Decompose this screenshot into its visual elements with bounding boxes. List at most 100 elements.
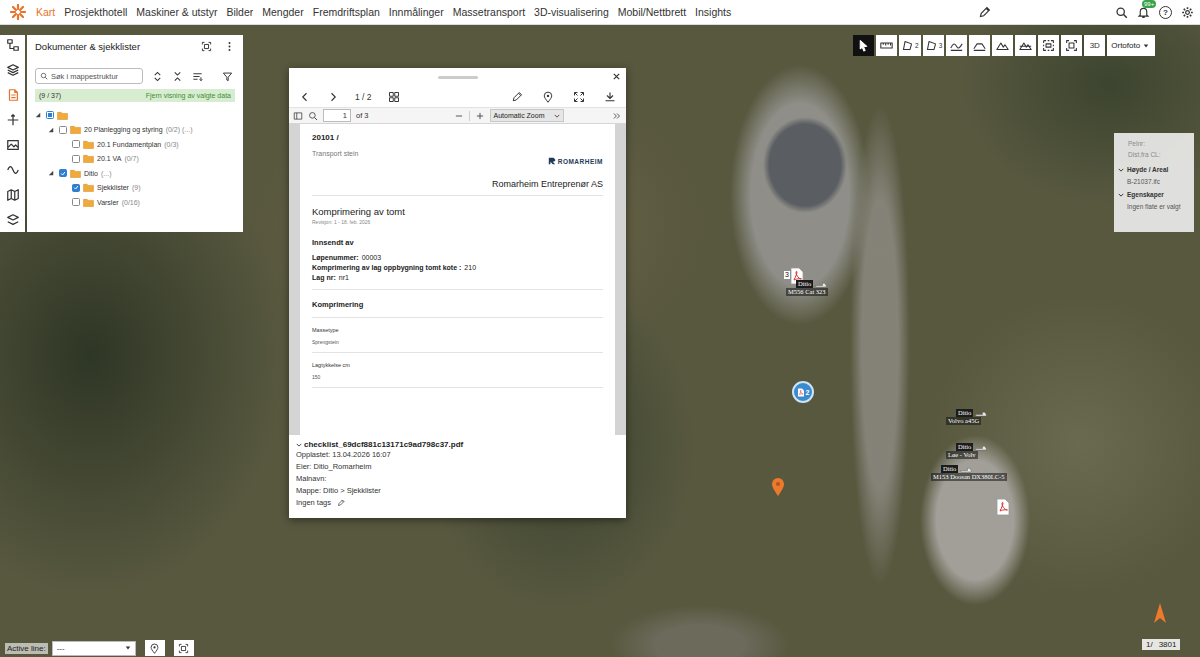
tree-checkbox[interactable]	[46, 111, 54, 119]
tree-row[interactable]: 20.1 VA(0/7)	[35, 152, 235, 167]
active-line-select[interactable]: ---	[52, 641, 136, 656]
tree-row[interactable]: Varsler(0/16)	[35, 195, 235, 210]
file-name-row[interactable]: checklist_69dcf881c13171c9ad798c37.pdf	[296, 440, 618, 449]
expand-arrow-icon[interactable]	[48, 127, 54, 133]
map-marker[interactable]	[771, 477, 785, 497]
previous-icon[interactable]	[299, 91, 311, 103]
more-tools-icon[interactable]	[612, 111, 622, 121]
tree-checkbox[interactable]	[72, 184, 80, 192]
sort-icon[interactable]	[192, 71, 203, 82]
map-tool-button[interactable]	[1061, 35, 1082, 56]
nav-item[interactable]: Prosjekthotell	[64, 6, 127, 18]
map-tool-button[interactable]: 2	[899, 35, 921, 56]
close-icon[interactable]	[612, 72, 621, 81]
stack-icon[interactable]	[6, 213, 20, 227]
zoom-out-icon[interactable]	[454, 111, 464, 121]
folder-search[interactable]: Søk i mappestruktur	[35, 68, 143, 84]
filter-icon[interactable]	[222, 71, 233, 82]
zoom-select[interactable]: Automatic Zoom	[490, 109, 564, 122]
map-tool-button[interactable]	[969, 35, 990, 56]
expand-arrow-icon[interactable]	[35, 112, 41, 118]
map-tool-button[interactable]	[1038, 35, 1059, 56]
tree-checkbox[interactable]	[72, 155, 80, 163]
grid-icon[interactable]	[388, 91, 400, 103]
search-icon[interactable]	[308, 111, 318, 121]
download-icon[interactable]	[604, 91, 616, 103]
nav-item[interactable]: Insights	[695, 6, 731, 18]
expand-all-icon[interactable]	[152, 71, 163, 82]
document-viewer[interactable]: 1 / 21of 3Automatic Zoom20101 /Transport…	[289, 68, 626, 518]
map-tool-button[interactable]	[853, 35, 874, 56]
tree-row[interactable]	[35, 108, 235, 123]
map-tool-button[interactable]	[992, 35, 1013, 56]
edit-tags-icon[interactable]	[337, 499, 345, 507]
nav-item[interactable]: Kart	[36, 6, 55, 18]
info-section-header[interactable]: Høyde / Areal	[1118, 166, 1190, 173]
pencil-icon[interactable]	[978, 6, 991, 19]
chevron-icon[interactable]	[1118, 167, 1124, 173]
nav-item[interactable]: Maskiner & utstyr	[136, 6, 217, 18]
pdf-icon[interactable]	[995, 498, 1011, 516]
machine-label[interactable]: DitioM153 Doosan DX380LC-5	[931, 465, 1007, 481]
more-icon[interactable]	[224, 41, 235, 52]
gear-icon[interactable]	[1181, 6, 1194, 19]
signal-icon[interactable]	[6, 163, 20, 177]
machine-label[interactable]: DitioVolvo a45G	[946, 409, 987, 425]
info-section-header[interactable]: Egenskaper	[1118, 191, 1190, 198]
search-icon[interactable]	[1115, 6, 1128, 19]
nav-item[interactable]: Mobil/Nettbrett	[618, 6, 686, 18]
zoom-in-icon[interactable]	[475, 111, 485, 121]
document-icon[interactable]	[6, 88, 20, 102]
map-canvas[interactable]: 32DitioM556 Cat 323DitioVolvo a45GDitioL…	[0, 25, 1200, 657]
map-tool-button[interactable]	[946, 35, 967, 56]
tree-checkbox[interactable]	[72, 140, 80, 148]
gallery-icon[interactable]	[6, 138, 20, 152]
nav-item[interactable]: 3D-visualisering	[534, 6, 609, 18]
sidebar-toggle-icon[interactable]	[293, 111, 303, 121]
expand-arrow-icon[interactable]	[48, 170, 54, 176]
locate-button[interactable]	[145, 640, 165, 656]
map-tool-button[interactable]: 3	[923, 35, 945, 56]
marker-cluster[interactable]: 2	[792, 381, 814, 403]
next-icon[interactable]	[327, 91, 339, 103]
tree-row[interactable]: Ditio(...)	[35, 166, 235, 181]
hierarchy-icon[interactable]	[6, 38, 20, 52]
help-icon[interactable]: ?	[1159, 6, 1172, 19]
location-pin-icon[interactable]	[542, 91, 554, 103]
pdf-page-area[interactable]: 20101 /Transport steinROMARHEIMRomarheim…	[289, 124, 626, 435]
tree-row[interactable]: Sjekklister(9)	[35, 181, 235, 196]
focus-icon[interactable]	[201, 41, 212, 52]
machine-label[interactable]: DitioM556 Cat 323	[786, 280, 828, 296]
fit-button[interactable]	[174, 640, 194, 656]
chevron-icon[interactable]	[296, 442, 302, 448]
nav-item[interactable]: Bilder	[226, 6, 253, 18]
page-number-input[interactable]: 1	[323, 109, 351, 122]
map-tool-button[interactable]: 3D	[1084, 35, 1105, 56]
collapse-all-icon[interactable]	[172, 71, 183, 82]
machine-label[interactable]: DitioLøe - Volv	[946, 443, 987, 459]
nav-item[interactable]: Innmålinger	[389, 6, 444, 18]
nav-item[interactable]: Mengder	[262, 6, 303, 18]
clear-selection-link[interactable]: Fjern visning av valgte data	[146, 92, 231, 99]
nav-item[interactable]: Massetransport	[453, 6, 525, 18]
viewer-drag-handle[interactable]	[289, 68, 626, 86]
tree-checkbox[interactable]	[72, 198, 80, 206]
layers-icon[interactable]	[6, 63, 20, 77]
map-pin-icon[interactable]	[771, 477, 785, 497]
tree-checkbox[interactable]	[59, 126, 67, 134]
tree-checkbox[interactable]	[59, 169, 67, 177]
handle-bar[interactable]	[438, 76, 478, 79]
map-marker[interactable]	[995, 498, 1011, 516]
nav-item[interactable]: Fremdriftsplan	[313, 6, 380, 18]
map-tool-button[interactable]	[876, 35, 897, 56]
fullscreen-icon[interactable]	[573, 91, 585, 103]
axis-icon[interactable]	[6, 113, 20, 127]
tree-row[interactable]: 20.1 Fundamentplan(0/3)	[35, 137, 235, 152]
tree-row[interactable]: 20 Planlegging og styring(0/2) (...)	[35, 123, 235, 138]
pencil-icon[interactable]	[511, 91, 523, 103]
basemap-select[interactable]: Ortofoto	[1107, 35, 1155, 56]
chevron-icon[interactable]	[1118, 192, 1124, 198]
notifications[interactable]: 99+	[1137, 6, 1150, 19]
map-icon[interactable]	[6, 188, 20, 202]
map-tool-button[interactable]	[1015, 35, 1036, 56]
